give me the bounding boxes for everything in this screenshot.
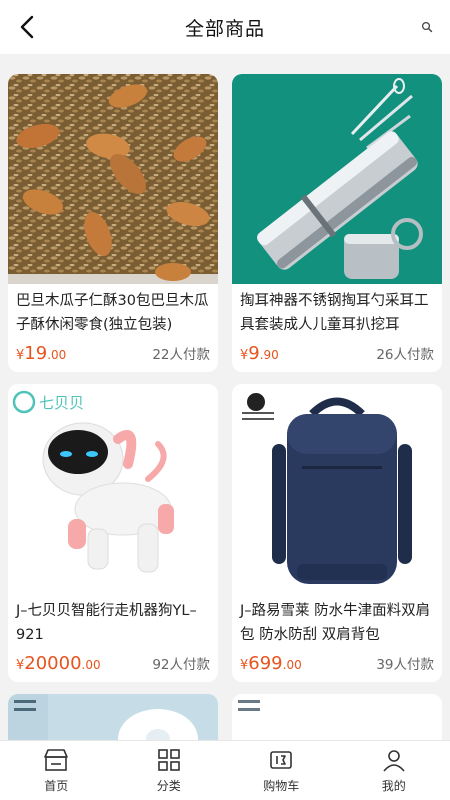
product-image-ear-tool [232, 74, 442, 284]
tab-home[interactable]: 首页 [0, 741, 113, 800]
product-price: ¥699.00 [240, 653, 302, 674]
product-card[interactable]: 掏耳神器不锈钢掏耳勺采耳工具套装成人儿童耳扒挖耳 ¥9.90 26人付款 [232, 74, 442, 372]
product-name: J–路易雪莱 防水牛津面料双肩包 防水防刮 双肩背包 [240, 603, 431, 643]
product-image-snack [8, 74, 218, 284]
cart-icon [270, 751, 293, 769]
tab-label: 首页 [44, 779, 69, 793]
sold-count: 22人付款 [152, 347, 210, 363]
page-title: 全部商品 [184, 17, 265, 40]
product-meta: ¥699.00 39人付款 [240, 653, 434, 674]
tab-label: 分类 [156, 779, 181, 793]
tab-label: 我的 [381, 779, 406, 793]
product-price: ¥19.00 [16, 343, 67, 364]
product-card[interactable]: 巴旦木瓜子仁酥30包巴旦木瓜子酥休闲零食(独立包装) ¥19.00 22人付款 [8, 74, 218, 372]
grid-icon [157, 749, 180, 771]
app-screen: 全部商品 巴旦木瓜子仁酥30包巴旦木瓜子酥休闲零食(独立包装) ¥19.00 2… [0, 0, 450, 800]
user-icon [383, 750, 405, 772]
product-card[interactable]: J–路易雪莱 防水牛津面料双肩包 防水防刮 双肩背包 ¥699.00 39人付款 [232, 384, 442, 682]
product-name: 掏耳神器不锈钢掏耳勺采耳工具套装成人儿童耳扒挖耳 [240, 293, 429, 333]
product-meta: ¥9.90 26人付款 [240, 343, 434, 364]
product-price: ¥20000.00 [16, 653, 101, 674]
product-name: 巴旦木瓜子仁酥30包巴旦木瓜子酥休闲零食(独立包装) [16, 293, 209, 333]
top-bar: 全部商品 [0, 0, 450, 54]
tab-category[interactable]: 分类 [113, 741, 226, 800]
product-price: ¥9.90 [240, 343, 279, 364]
sold-count: 39人付款 [376, 657, 434, 673]
tab-mine[interactable]: 我的 [338, 741, 450, 800]
sold-count: 26人付款 [376, 347, 434, 363]
search-icon[interactable] [418, 18, 436, 36]
sold-count: 92人付款 [152, 657, 210, 673]
product-meta: ¥20000.00 92人付款 [16, 653, 210, 674]
back-arrow-icon[interactable] [10, 10, 44, 44]
tab-cart[interactable]: 购物车 [225, 741, 338, 800]
bottom-tab-bar: 首页 分类 购物车 我的 [0, 740, 450, 800]
brand-logo-text: 七贝贝 [39, 394, 84, 412]
product-grid: 巴旦木瓜子仁酥30包巴旦木瓜子酥休闲零食(独立包装) ¥19.00 22人付款 [8, 74, 442, 754]
product-image-robot-dog: 七贝贝 [8, 384, 218, 594]
product-name: J–七贝贝智能行走机器狗YL–921 [16, 603, 197, 643]
product-image-backpack [232, 384, 442, 594]
store-icon [44, 749, 69, 771]
product-meta: ¥19.00 22人付款 [16, 343, 210, 364]
tab-label: 购物车 [263, 779, 300, 793]
product-card[interactable]: 七贝贝 J–七贝贝智能行走机器狗YL–921 ¥20000.00 92人付款 [8, 384, 218, 682]
